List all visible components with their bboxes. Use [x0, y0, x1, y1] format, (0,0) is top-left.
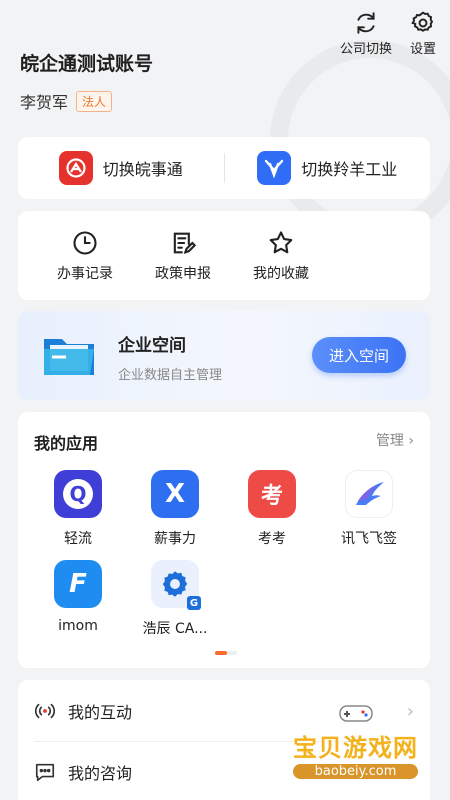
account-name: 皖企通测试账号 [20, 53, 154, 75]
space-text: 企业空间 企业数据自主管理 [118, 331, 222, 383]
app-xunfei[interactable]: 讯飞飞签 [324, 470, 414, 548]
quick-item-favorites[interactable]: 我的收藏 [232, 211, 330, 300]
imom-icon: F [54, 560, 102, 608]
app-label: 讯飞飞签 [341, 531, 397, 547]
app-qingliu[interactable]: Q 轻流 [33, 470, 123, 548]
list-item-label: 我的咨询 [68, 764, 133, 783]
quick-item-label: 办事记录 [57, 265, 113, 282]
app-kaokao[interactable]: 考 考考 [227, 470, 317, 548]
quick-item-label: 我的收藏 [253, 265, 309, 282]
qingliu-icon: Q [54, 470, 102, 518]
manage-link[interactable]: 管理 › [376, 430, 414, 450]
lingyang-logo [257, 151, 292, 185]
switch-card: 切换皖事通 切换羚羊工业 [18, 137, 430, 199]
switch-company-label: 公司切换 [339, 42, 392, 57]
star-icon [269, 230, 293, 253]
top-actions: 公司切换 设置 [340, 10, 436, 57]
broadcast-icon [34, 703, 56, 719]
chat-icon [35, 763, 55, 782]
role-badge: 法人 [76, 90, 113, 112]
folder-icon [44, 339, 94, 375]
switch-wanshitong-button[interactable]: 切换皖事通 [18, 151, 224, 185]
switch-company-button[interactable]: 公司切换 [340, 10, 392, 57]
space-title: 企业空间 [118, 336, 186, 356]
app-label: 轻流 [64, 531, 92, 547]
watermark-url: baobeiy.com [293, 764, 418, 779]
manage-label: 管理 [375, 433, 404, 449]
gamepad-icon [338, 705, 373, 722]
document-edit-icon [173, 232, 197, 254]
watermark-title: 宝贝游戏网 [293, 734, 418, 762]
app-label: imom [58, 618, 98, 634]
clock-icon [73, 230, 97, 255]
haochen-cad-icon: G [151, 560, 201, 610]
app-label: 考考 [258, 531, 286, 547]
xunfei-icon [345, 470, 393, 518]
xinshili-icon: X [151, 470, 199, 518]
settings-label: 设置 [409, 42, 436, 57]
refresh-icon [357, 12, 375, 34]
switch-wanshitong-label: 切换皖事通 [102, 160, 183, 179]
site-watermark: 宝贝游戏网 baobeiy.com [293, 702, 418, 779]
switch-lingyang-label: 切换羚羊工业 [301, 160, 398, 179]
quick-item-records[interactable]: 办事记录 [36, 211, 134, 300]
gear-icon [411, 11, 434, 32]
page-indicator [215, 651, 237, 655]
space-subtitle: 企业数据自主管理 [118, 368, 223, 383]
enterprise-space-card[interactable]: 企业空间 企业数据自主管理 进入空间 [18, 311, 430, 400]
wanshitong-logo [58, 151, 93, 185]
app-haochen-cad[interactable]: G 浩辰 CA... [130, 560, 220, 638]
switch-lingyang-button[interactable]: 切换羚羊工业 [225, 151, 431, 185]
app-xinshili[interactable]: X 薪事力 [130, 470, 220, 548]
list-item-label: 我的互动 [68, 703, 133, 722]
settings-button[interactable]: 设置 [410, 10, 436, 57]
apps-title: 我的应用 [34, 434, 99, 453]
enter-space-button[interactable]: 进入空间 [312, 337, 406, 373]
app-label: 浩辰 CA... [142, 621, 208, 637]
app-imom[interactable]: F imom [33, 560, 123, 634]
quick-item-policy[interactable]: 政策申报 [134, 211, 232, 300]
quick-actions-card: 办事记录 政策申报 我的收藏 [18, 211, 430, 300]
person-row: 李贺军 法人 [20, 89, 113, 113]
chevron-right-icon: › [408, 433, 414, 449]
my-apps-card: 我的应用 管理 › Q 轻流 X 薪事力 考 考考 讯飞飞签 F imom G … [18, 412, 430, 668]
kaokao-icon: 考 [248, 470, 296, 518]
app-label: 薪事力 [154, 531, 196, 547]
person-name: 李贺军 [20, 93, 69, 112]
quick-item-label: 政策申报 [155, 265, 211, 282]
